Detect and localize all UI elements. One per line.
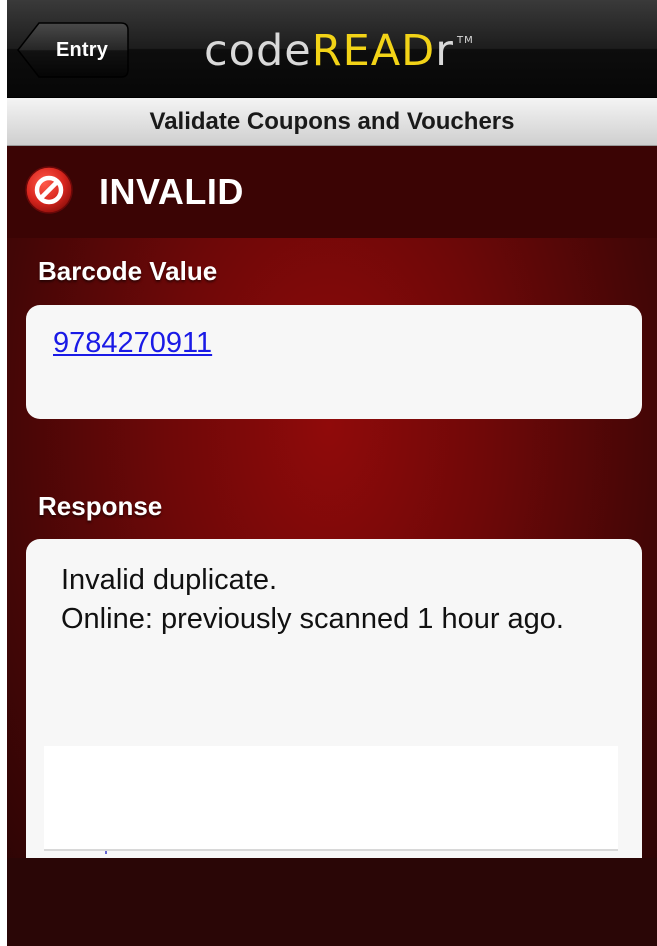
back-button-label: Entry: [55, 39, 109, 61]
navigation-bar: Entry codeREADr TM: [7, 0, 657, 98]
status-header: INVALID: [7, 146, 657, 238]
no-entry-icon: [25, 166, 73, 214]
logo-r-text: r: [435, 26, 454, 76]
back-button[interactable]: Entry: [17, 22, 129, 78]
response-text: Invalid duplicate. Online: previously sc…: [61, 561, 621, 639]
barcode-value-box: 9784270911: [26, 305, 642, 419]
response-box: Invalid duplicate. Online: previously sc…: [26, 539, 642, 869]
response-line: Online: previously scanned 1 hour ago.: [61, 603, 564, 635]
app-screen: Entry codeREADr TM Validate Coupons and V…: [0, 0, 657, 946]
barcode-label: Barcode Value: [38, 256, 218, 286]
response-line: Invalid duplicate.: [61, 564, 278, 596]
logo-read-text: READ: [311, 26, 436, 76]
bottom-toolbar: [7, 858, 657, 946]
logo-code-text: code: [204, 26, 312, 76]
inner-panel-marker: [105, 851, 107, 854]
app-logo: codeREADr TM: [204, 24, 474, 78]
response-inner-panel[interactable]: [44, 746, 618, 851]
barcode-value-link[interactable]: 9784270911: [53, 327, 212, 360]
response-label: Response: [38, 491, 163, 521]
status-text: INVALID: [99, 171, 244, 212]
left-edge: [0, 0, 7, 946]
logo-trademark: TM: [456, 35, 474, 46]
page-subtitle: Validate Coupons and Vouchers: [7, 98, 657, 146]
